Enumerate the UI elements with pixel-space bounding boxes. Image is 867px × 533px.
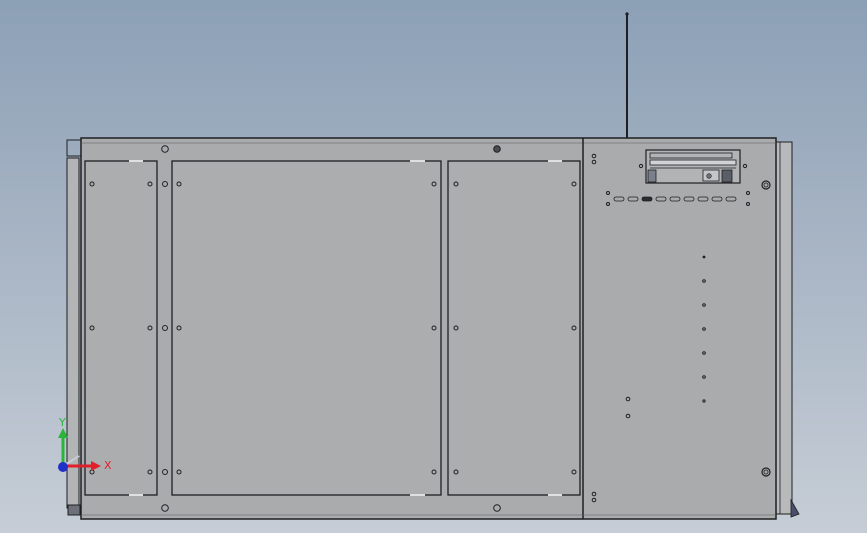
right-rail (775, 141, 800, 518)
model-canvas[interactable]: X Y (0, 0, 867, 533)
cad-viewport[interactable]: X Y (0, 0, 867, 533)
connector-module (638, 149, 748, 184)
triad-y-label: Y (58, 416, 66, 429)
panel-left (84, 160, 158, 496)
panel-center (171, 160, 442, 496)
panel-right (447, 160, 581, 496)
antenna (625, 12, 629, 138)
triad-z-axis (58, 462, 68, 472)
triad-x-label: X (104, 459, 112, 472)
